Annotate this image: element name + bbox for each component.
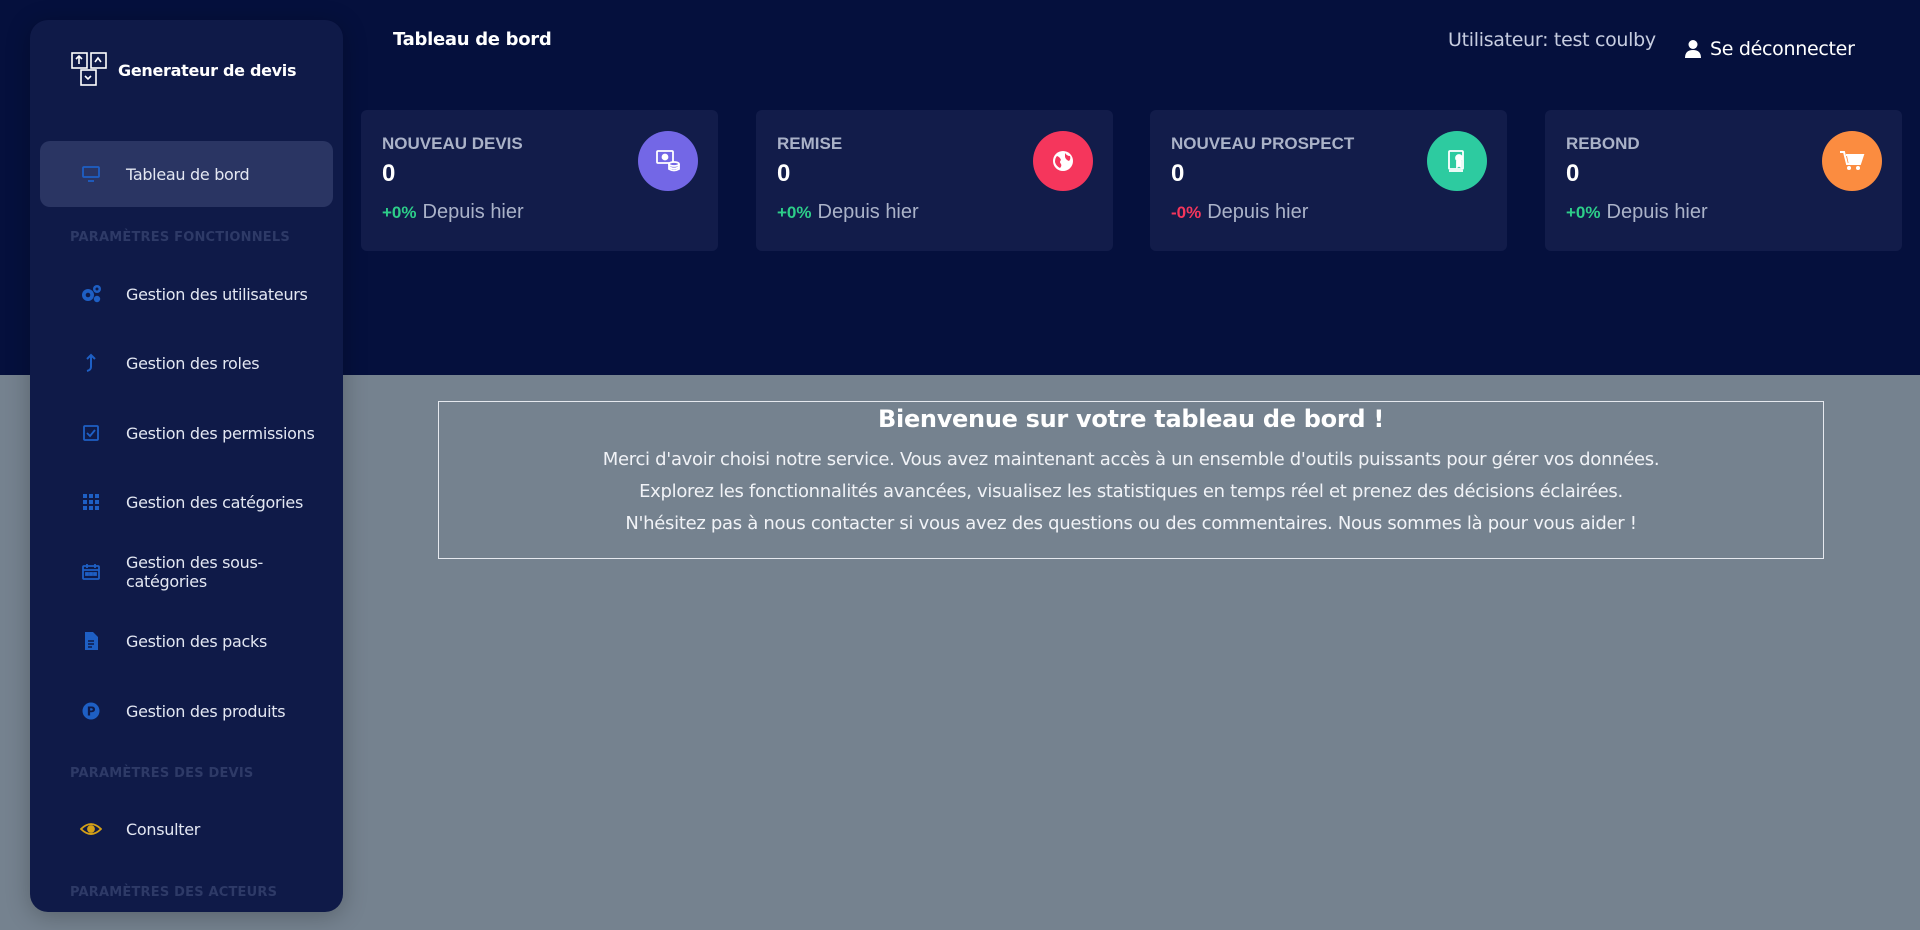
stat-delta-text: Depuis hier: [817, 201, 919, 223]
document-icon: [80, 630, 102, 652]
stat-delta-percent: +0%: [1566, 203, 1601, 222]
sidebar-item-label: Gestion des permissions: [126, 423, 315, 443]
brand-name: Generateur de devis: [118, 60, 297, 80]
welcome-box: Bienvenue sur votre tableau de bord ! Me…: [438, 401, 1824, 559]
sidebar-item-sous-categories[interactable]: Gestion des sous-catégories: [40, 539, 333, 605]
sidebar-item-label: Consulter: [126, 819, 201, 839]
stat-card-nouveau-prospect: NOUVEAU PROSPECT 0 -0% Depuis hier: [1150, 110, 1507, 251]
user-label: Utilisateur: test coulby: [1448, 29, 1656, 51]
calendar-icon: [80, 561, 102, 583]
sidebar-item-produits[interactable]: P Gestion des produits: [40, 678, 333, 744]
stat-delta: -0% Depuis hier: [1171, 201, 1308, 224]
stat-label: REMISE: [777, 134, 843, 153]
welcome-title: Bienvenue sur votre tableau de bord !: [878, 405, 1384, 433]
sidebar-item-packs[interactable]: Gestion des packs: [40, 608, 333, 674]
section-label-acteurs: PARAMÈTRES DES ACTEURS: [70, 885, 278, 900]
section-label-fonctionnels: PARAMÈTRES FONCTIONNELS: [70, 230, 290, 245]
sidebar-item-label: Gestion des roles: [126, 353, 260, 373]
logout-label: Se déconnecter: [1710, 38, 1855, 60]
stat-delta: +0% Depuis hier: [1566, 201, 1708, 224]
page-title: Tableau de bord: [393, 29, 552, 50]
stat-delta-percent: +0%: [777, 203, 812, 222]
logo-icon: [71, 52, 107, 86]
product-icon: P: [80, 700, 102, 722]
stat-label: NOUVEAU PROSPECT: [1171, 134, 1355, 153]
welcome-line: Explorez les fonctionnalités avancées, v…: [639, 481, 1623, 502]
sidebar-item-label: Gestion des catégories: [126, 492, 304, 512]
checkbox-icon: [80, 422, 102, 444]
logout-button[interactable]: Se déconnecter: [1684, 38, 1855, 60]
sidebar-item-utilisateurs[interactable]: Gestion des utilisateurs: [40, 261, 333, 327]
sidebar-item-categories[interactable]: Gestion des catégories: [40, 469, 333, 535]
stat-card-remise: REMISE 0 +0% Depuis hier: [756, 110, 1113, 251]
stat-delta: +0% Depuis hier: [382, 201, 524, 224]
welcome-line: Merci d'avoir choisi notre service. Vous…: [602, 449, 1660, 470]
sidebar-item-label: Gestion des utilisateurs: [126, 284, 308, 304]
stat-label: NOUVEAU DEVIS: [382, 134, 523, 153]
stat-delta-percent: +0%: [382, 203, 417, 222]
sidebar-item-consulter[interactable]: Consulter: [40, 796, 333, 862]
welcome-line: N'hésitez pas à nous contacter si vous a…: [625, 513, 1637, 534]
stat-value: 0: [382, 160, 396, 187]
sidebar-item-label: Gestion des sous-catégories: [126, 553, 264, 591]
sidebar-item-label: Gestion des packs: [126, 631, 267, 651]
stat-delta-text: Depuis hier: [1606, 201, 1708, 223]
globe-icon: [1033, 131, 1093, 191]
user-icon: [1685, 40, 1701, 58]
stat-value: 0: [1171, 160, 1185, 187]
paper-diploma-icon: [1427, 131, 1487, 191]
monitor-icon: [80, 163, 102, 185]
sidebar-item-tableau-de-bord[interactable]: Tableau de bord: [40, 141, 333, 207]
money-coins-icon: [638, 131, 698, 191]
brand[interactable]: Generateur de devis: [70, 50, 296, 90]
stat-label: REBOND: [1566, 134, 1640, 153]
stat-delta-text: Depuis hier: [422, 201, 524, 223]
sidebar-item-label: Tableau de bord: [126, 164, 250, 184]
stat-delta: +0% Depuis hier: [777, 201, 919, 224]
svg-text:P: P: [87, 705, 96, 719]
stat-delta-text: Depuis hier: [1207, 201, 1309, 223]
grid-icon: [80, 491, 102, 513]
cart-icon: [1822, 131, 1882, 191]
sidebar-item-roles[interactable]: Gestion des roles: [40, 330, 333, 396]
sidebar-item-label: Gestion des produits: [126, 701, 286, 721]
eye-icon: [80, 818, 102, 840]
arrow-up-icon: [80, 352, 102, 374]
sidebar-item-permissions[interactable]: Gestion des permissions: [40, 400, 333, 466]
cogs-icon: [80, 283, 102, 305]
stat-card-rebond: REBOND 0 +0% Depuis hier: [1545, 110, 1902, 251]
stat-value: 0: [1566, 160, 1580, 187]
section-label-devis: PARAMÈTRES DES DEVIS: [70, 766, 254, 781]
stat-value: 0: [777, 160, 791, 187]
stat-delta-percent: -0%: [1171, 203, 1202, 222]
sidebar: Generateur de devis Tableau de bord PARA…: [30, 20, 343, 912]
stat-card-nouveau-devis: NOUVEAU DEVIS 0 +0% Depuis hier: [361, 110, 718, 251]
